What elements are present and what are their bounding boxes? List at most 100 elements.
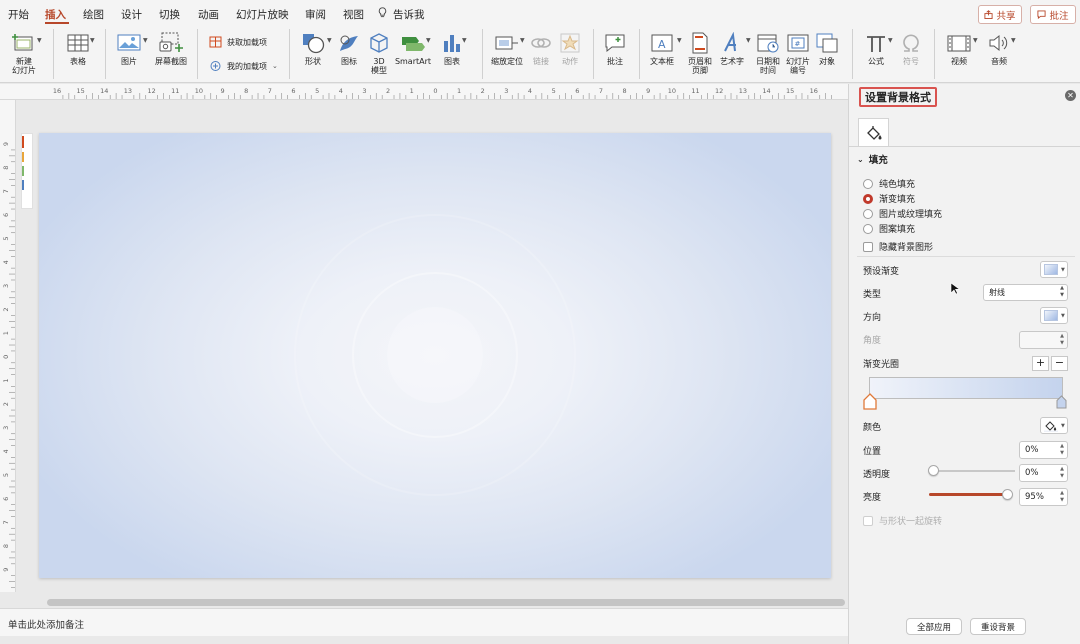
ruler-number: 6 (575, 87, 579, 95)
action-button[interactable]: 动作 (557, 31, 583, 66)
gradient-fill-option[interactable]: 渐变填充 (863, 192, 915, 205)
picture-button[interactable]: 图片 (114, 31, 144, 66)
transparency-slider[interactable] (933, 470, 1015, 472)
direction-swatch (1044, 310, 1058, 321)
tab-animations[interactable]: 动画 (198, 7, 219, 22)
tab-insert[interactable]: 插入 (45, 7, 66, 22)
chevron-down-icon[interactable]: ▼ (143, 37, 148, 44)
paint-bucket-icon (1044, 420, 1058, 432)
tab-tell-me[interactable]: 告诉我 (393, 7, 425, 22)
comments-button[interactable]: 批注 (1030, 5, 1076, 24)
textbox-button[interactable]: A 文本框 (646, 31, 678, 66)
symbol-label: 符号 (903, 57, 919, 66)
tab-draw[interactable]: 绘图 (83, 7, 104, 22)
chevron-down-icon[interactable]: ▼ (973, 37, 978, 44)
chevron-down-icon[interactable]: ▼ (90, 37, 95, 44)
radio-button[interactable] (863, 208, 873, 219)
ruler-number: 14 (762, 87, 770, 95)
icons-button[interactable]: 图标 (335, 31, 363, 66)
direction-dropdown[interactable]: ▼ (1040, 307, 1068, 324)
ribbon-separator (639, 29, 640, 79)
tab-view[interactable]: 视图 (343, 7, 364, 22)
chevron-down-icon[interactable]: ▼ (327, 37, 332, 44)
gradient-stop-handle-selected[interactable] (863, 393, 877, 410)
tab-home[interactable]: 开始 (8, 7, 29, 22)
symbol-button[interactable]: 符号 (897, 31, 925, 66)
transparency-slider-knob[interactable] (928, 465, 939, 476)
checkbox[interactable] (863, 515, 873, 526)
chevron-down-icon[interactable]: ▼ (1011, 37, 1016, 44)
chevron-down-icon[interactable]: ▼ (462, 37, 467, 44)
screenshot-icon (159, 32, 183, 52)
close-icon[interactable]: ✕ (1065, 90, 1076, 101)
header-footer-icon (692, 32, 708, 54)
object-button[interactable]: 对象 (813, 31, 841, 66)
slide-number-button[interactable]: # 幻灯片 编号 (783, 31, 813, 75)
my-addins-button[interactable]: 我的加载项 ⌄ (209, 60, 278, 72)
chevron-down-icon[interactable]: ▼ (426, 37, 431, 44)
pattern-fill-option[interactable]: 图案填充 (863, 222, 915, 235)
preset-gradient-dropdown[interactable]: ▼ (1040, 261, 1068, 278)
chevron-down-icon[interactable]: ▼ (520, 37, 525, 44)
addins-icon (210, 61, 221, 71)
up-down-arrows-icon: ▲ ▼ (1060, 333, 1064, 346)
checkbox[interactable] (863, 241, 873, 252)
gradient-type-select[interactable]: 射线 ▲ ▼ (983, 284, 1068, 301)
radio-button[interactable] (863, 178, 873, 189)
tab-slideshow[interactable]: 幻灯片放映 (236, 7, 289, 22)
solid-fill-option[interactable]: 纯色填充 (863, 177, 915, 190)
tab-transitions[interactable]: 切换 (159, 7, 180, 22)
table-icon (67, 34, 89, 52)
ribbon-separator (197, 29, 198, 79)
brightness-slider[interactable] (929, 493, 1007, 496)
shapes-button[interactable]: 形状 (298, 31, 328, 66)
date-time-button[interactable]: 日期和 时间 (753, 31, 783, 75)
wordart-button[interactable]: 艺术字 (717, 31, 747, 66)
share-button[interactable]: 共享 (978, 5, 1022, 24)
chevron-down-icon[interactable]: ▼ (677, 37, 682, 44)
brightness-slider-knob[interactable] (1001, 489, 1013, 500)
3d-models-button[interactable]: 3D 模型 (365, 31, 393, 75)
tab-review[interactable]: 审阅 (305, 7, 326, 22)
screenshot-button[interactable]: 屏幕截图 (151, 31, 191, 66)
angle-input[interactable]: ▲ ▼ (1019, 331, 1068, 349)
radio-button[interactable] (863, 223, 873, 234)
equation-button[interactable]: 公式 (861, 31, 891, 66)
remove-gradient-stop-button[interactable]: − (1051, 356, 1068, 371)
slide-thumbnail-marker (21, 133, 33, 209)
color-picker-button[interactable]: ▼ (1040, 417, 1068, 434)
slide-canvas[interactable] (39, 133, 831, 578)
object-label: 对象 (819, 57, 835, 66)
header-footer-button[interactable]: 页眉和 页脚 (685, 31, 715, 75)
link-button[interactable]: 链接 (528, 31, 554, 66)
svg-text:#: # (795, 40, 801, 48)
reset-background-label: 重设背景 (980, 622, 1015, 633)
reset-background-button[interactable]: 重设背景 (970, 618, 1026, 635)
gradient-stops-bar[interactable] (869, 377, 1063, 399)
rotate-with-shape-option[interactable]: 与形状一起旋转 (863, 514, 942, 527)
apply-to-all-button[interactable]: 全部应用 (906, 618, 962, 635)
get-addins-button[interactable]: 获取加载项 (209, 36, 267, 48)
share-label: 共享 (996, 10, 1016, 22)
active-tab-indicator (45, 22, 69, 24)
gradient-stop-handle[interactable] (1056, 395, 1067, 409)
tab-design[interactable]: 设计 (121, 7, 142, 22)
fill-tab[interactable] (858, 118, 889, 146)
ruler-number: 1 (2, 378, 10, 382)
insert-comment-button[interactable]: 批注 (600, 31, 630, 66)
position-input[interactable]: 0% ▲ ▼ (1019, 441, 1068, 459)
fill-section-header[interactable]: ⌄ 填充 (857, 152, 888, 167)
video-button[interactable]: 视频 (942, 31, 976, 66)
notes-pane[interactable]: 单击此处添加备注 (0, 608, 848, 636)
hide-background-graphics[interactable]: 隐藏背景图形 (863, 240, 933, 253)
brightness-input[interactable]: 95% ▲ ▼ (1019, 488, 1068, 506)
horizontal-scrollbar[interactable] (47, 599, 845, 606)
add-gradient-stop-button[interactable]: + (1032, 356, 1049, 371)
chevron-down-icon[interactable]: ▼ (888, 37, 893, 44)
picture-texture-fill-option[interactable]: 图片或纹理填充 (863, 207, 942, 220)
radio-button-selected[interactable] (863, 193, 873, 204)
transparency-input[interactable]: 0% ▲ ▼ (1019, 464, 1068, 482)
chart-label: 图表 (444, 57, 460, 66)
chevron-down-icon[interactable]: ▼ (37, 37, 42, 44)
chevron-down-icon[interactable]: ▼ (746, 37, 751, 44)
